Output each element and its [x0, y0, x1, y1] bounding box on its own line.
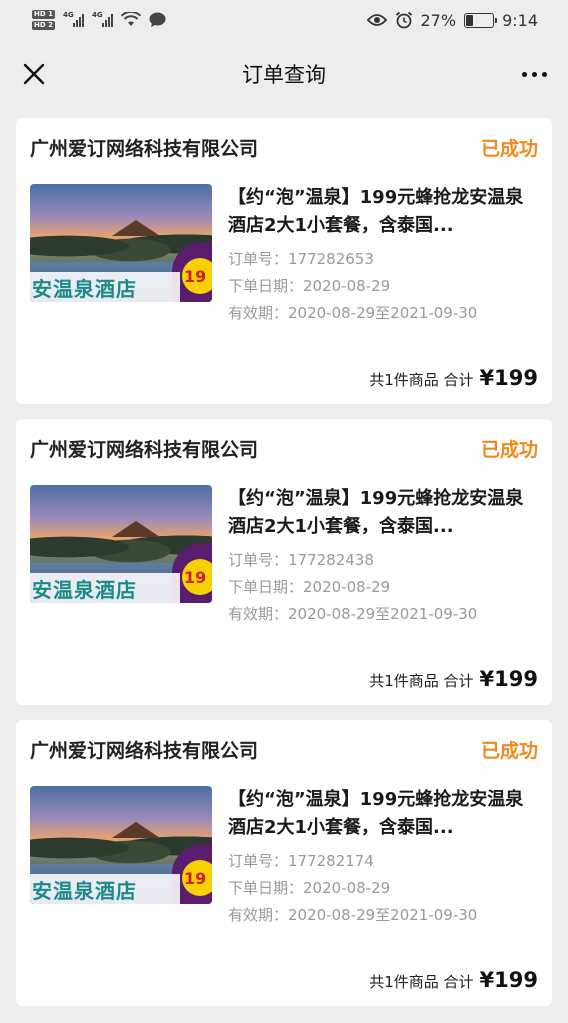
order-number: 订单号：177282438 — [228, 551, 374, 569]
image-price-circle: 19 — [182, 258, 212, 294]
order-card-footer: 共1件商品 合计 ¥199 — [369, 366, 538, 390]
image-caption: 安温泉酒店 — [30, 874, 180, 904]
order-validity: 有效期：2020-08-29至2021-09-30 — [228, 304, 478, 322]
status-bar: HD 1 HD 2 4G 4G 27% 9:14 — [0, 0, 568, 40]
order-total: ¥199 — [479, 968, 538, 992]
eye-icon — [366, 14, 387, 26]
order-status: 已成功 — [480, 438, 538, 461]
more-icon — [521, 71, 547, 77]
order-info: 【约“泡”温泉】199元蜂抢龙安温泉酒店2大1小套餐，含泰国... 订单号：17… — [228, 786, 538, 929]
order-card-body: 19 安温泉酒店 【约“泡”温泉】199元蜂抢龙安温泉酒店2大1小套餐，含泰国.… — [30, 485, 538, 628]
product-title[interactable]: 【约“泡”温泉】199元蜂抢龙安温泉酒店2大1小套餐，含泰国... — [228, 485, 538, 541]
more-button[interactable] — [520, 60, 548, 88]
hd1-badge: HD 1 — [32, 10, 55, 19]
image-roof — [112, 220, 160, 236]
nav-bar: 订单查询 — [0, 40, 568, 108]
order-total: ¥199 — [479, 667, 538, 691]
image-caption: 安温泉酒店 — [30, 272, 180, 302]
shop-name: 广州爱订网络科技有限公司 — [30, 438, 259, 461]
product-image[interactable]: 19 安温泉酒店 — [30, 485, 212, 603]
network-type-2: 4G — [91, 11, 103, 19]
order-info: 【约“泡”温泉】199元蜂抢龙安温泉酒店2大1小套餐，含泰国... 订单号：17… — [228, 485, 538, 628]
signal-icon-2: 4G — [91, 11, 113, 27]
wifi-icon — [120, 12, 141, 26]
order-date: 下单日期：2020-08-29 — [228, 277, 391, 295]
order-meta: 订单号：177282438 下单日期：2020-08-29 有效期：2020-0… — [228, 547, 538, 628]
product-image[interactable]: 19 安温泉酒店 — [30, 786, 212, 904]
close-icon — [23, 63, 45, 85]
order-card-header: 广州爱订网络科技有限公司 已成功 — [30, 134, 538, 160]
network-type-1: 4G — [62, 11, 74, 19]
alarm-icon — [395, 11, 412, 29]
order-card-header: 广州爱订网络科技有限公司 已成功 — [30, 736, 538, 762]
order-card-footer: 共1件商品 合计 ¥199 — [369, 667, 538, 691]
item-count-text: 共1件商品 合计 — [369, 371, 474, 389]
image-price-circle: 19 — [182, 860, 212, 896]
image-price-circle: 19 — [182, 559, 212, 595]
clock: 9:14 — [502, 10, 538, 30]
close-button[interactable] — [20, 60, 48, 88]
image-roof — [112, 822, 160, 838]
image-caption: 安温泉酒店 — [30, 573, 180, 603]
battery-percent: 27% — [420, 10, 457, 30]
order-meta: 订单号：177282653 下单日期：2020-08-29 有效期：2020-0… — [228, 246, 538, 327]
product-title[interactable]: 【约“泡”温泉】199元蜂抢龙安温泉酒店2大1小套餐，含泰国... — [228, 184, 538, 240]
battery-icon — [464, 12, 498, 28]
order-validity: 有效期：2020-08-29至2021-09-30 — [228, 605, 478, 623]
order-number: 订单号：177282174 — [228, 852, 374, 870]
product-title[interactable]: 【约“泡”温泉】199元蜂抢龙安温泉酒店2大1小套餐，含泰国... — [228, 786, 538, 842]
order-card[interactable]: 广州爱订网络科技有限公司 已成功 19 安温泉酒店 【约“泡”温泉】199元蜂抢… — [16, 720, 552, 1006]
order-date: 下单日期：2020-08-29 — [228, 879, 391, 897]
order-info: 【约“泡”温泉】199元蜂抢龙安温泉酒店2大1小套餐，含泰国... 订单号：17… — [228, 184, 538, 327]
shop-name: 广州爱订网络科技有限公司 — [30, 137, 259, 160]
item-count-text: 共1件商品 合计 — [369, 672, 474, 690]
shop-name: 广州爱订网络科技有限公司 — [30, 739, 259, 762]
order-number: 订单号：177282653 — [228, 250, 374, 268]
hd2-badge: HD 2 — [32, 21, 55, 30]
image-roof — [112, 521, 160, 537]
order-card-footer: 共1件商品 合计 ¥199 — [369, 968, 538, 992]
signal-icon-1: 4G — [62, 11, 84, 27]
item-count-text: 共1件商品 合计 — [369, 973, 474, 991]
status-bar-right: 27% 9:14 — [366, 10, 538, 30]
hd-indicators: HD 1 HD 2 — [32, 10, 55, 30]
order-status: 已成功 — [480, 739, 538, 762]
order-date: 下单日期：2020-08-29 — [228, 578, 391, 596]
order-card[interactable]: 广州爱订网络科技有限公司 已成功 19 安温泉酒店 【约“泡”温泉】199元蜂抢… — [16, 419, 552, 705]
product-image[interactable]: 19 安温泉酒店 — [30, 184, 212, 302]
order-status: 已成功 — [480, 137, 538, 160]
message-icon — [149, 12, 166, 27]
order-card[interactable]: 广州爱订网络科技有限公司 已成功 19 安温泉酒店 【约“泡”温泉】199元蜂抢… — [16, 118, 552, 404]
order-card-body: 19 安温泉酒店 【约“泡”温泉】199元蜂抢龙安温泉酒店2大1小套餐，含泰国.… — [30, 786, 538, 929]
order-card-header: 广州爱订网络科技有限公司 已成功 — [30, 435, 538, 461]
order-validity: 有效期：2020-08-29至2021-09-30 — [228, 906, 478, 924]
page-title: 订单查询 — [242, 63, 326, 87]
order-list: 广州爱订网络科技有限公司 已成功 19 安温泉酒店 【约“泡”温泉】199元蜂抢… — [0, 108, 568, 1006]
order-card-body: 19 安温泉酒店 【约“泡”温泉】199元蜂抢龙安温泉酒店2大1小套餐，含泰国.… — [30, 184, 538, 327]
battery-fill — [466, 14, 474, 26]
order-total: ¥199 — [479, 366, 538, 390]
order-meta: 订单号：177282174 下单日期：2020-08-29 有效期：2020-0… — [228, 848, 538, 929]
status-bar-left: HD 1 HD 2 4G 4G — [32, 10, 166, 30]
